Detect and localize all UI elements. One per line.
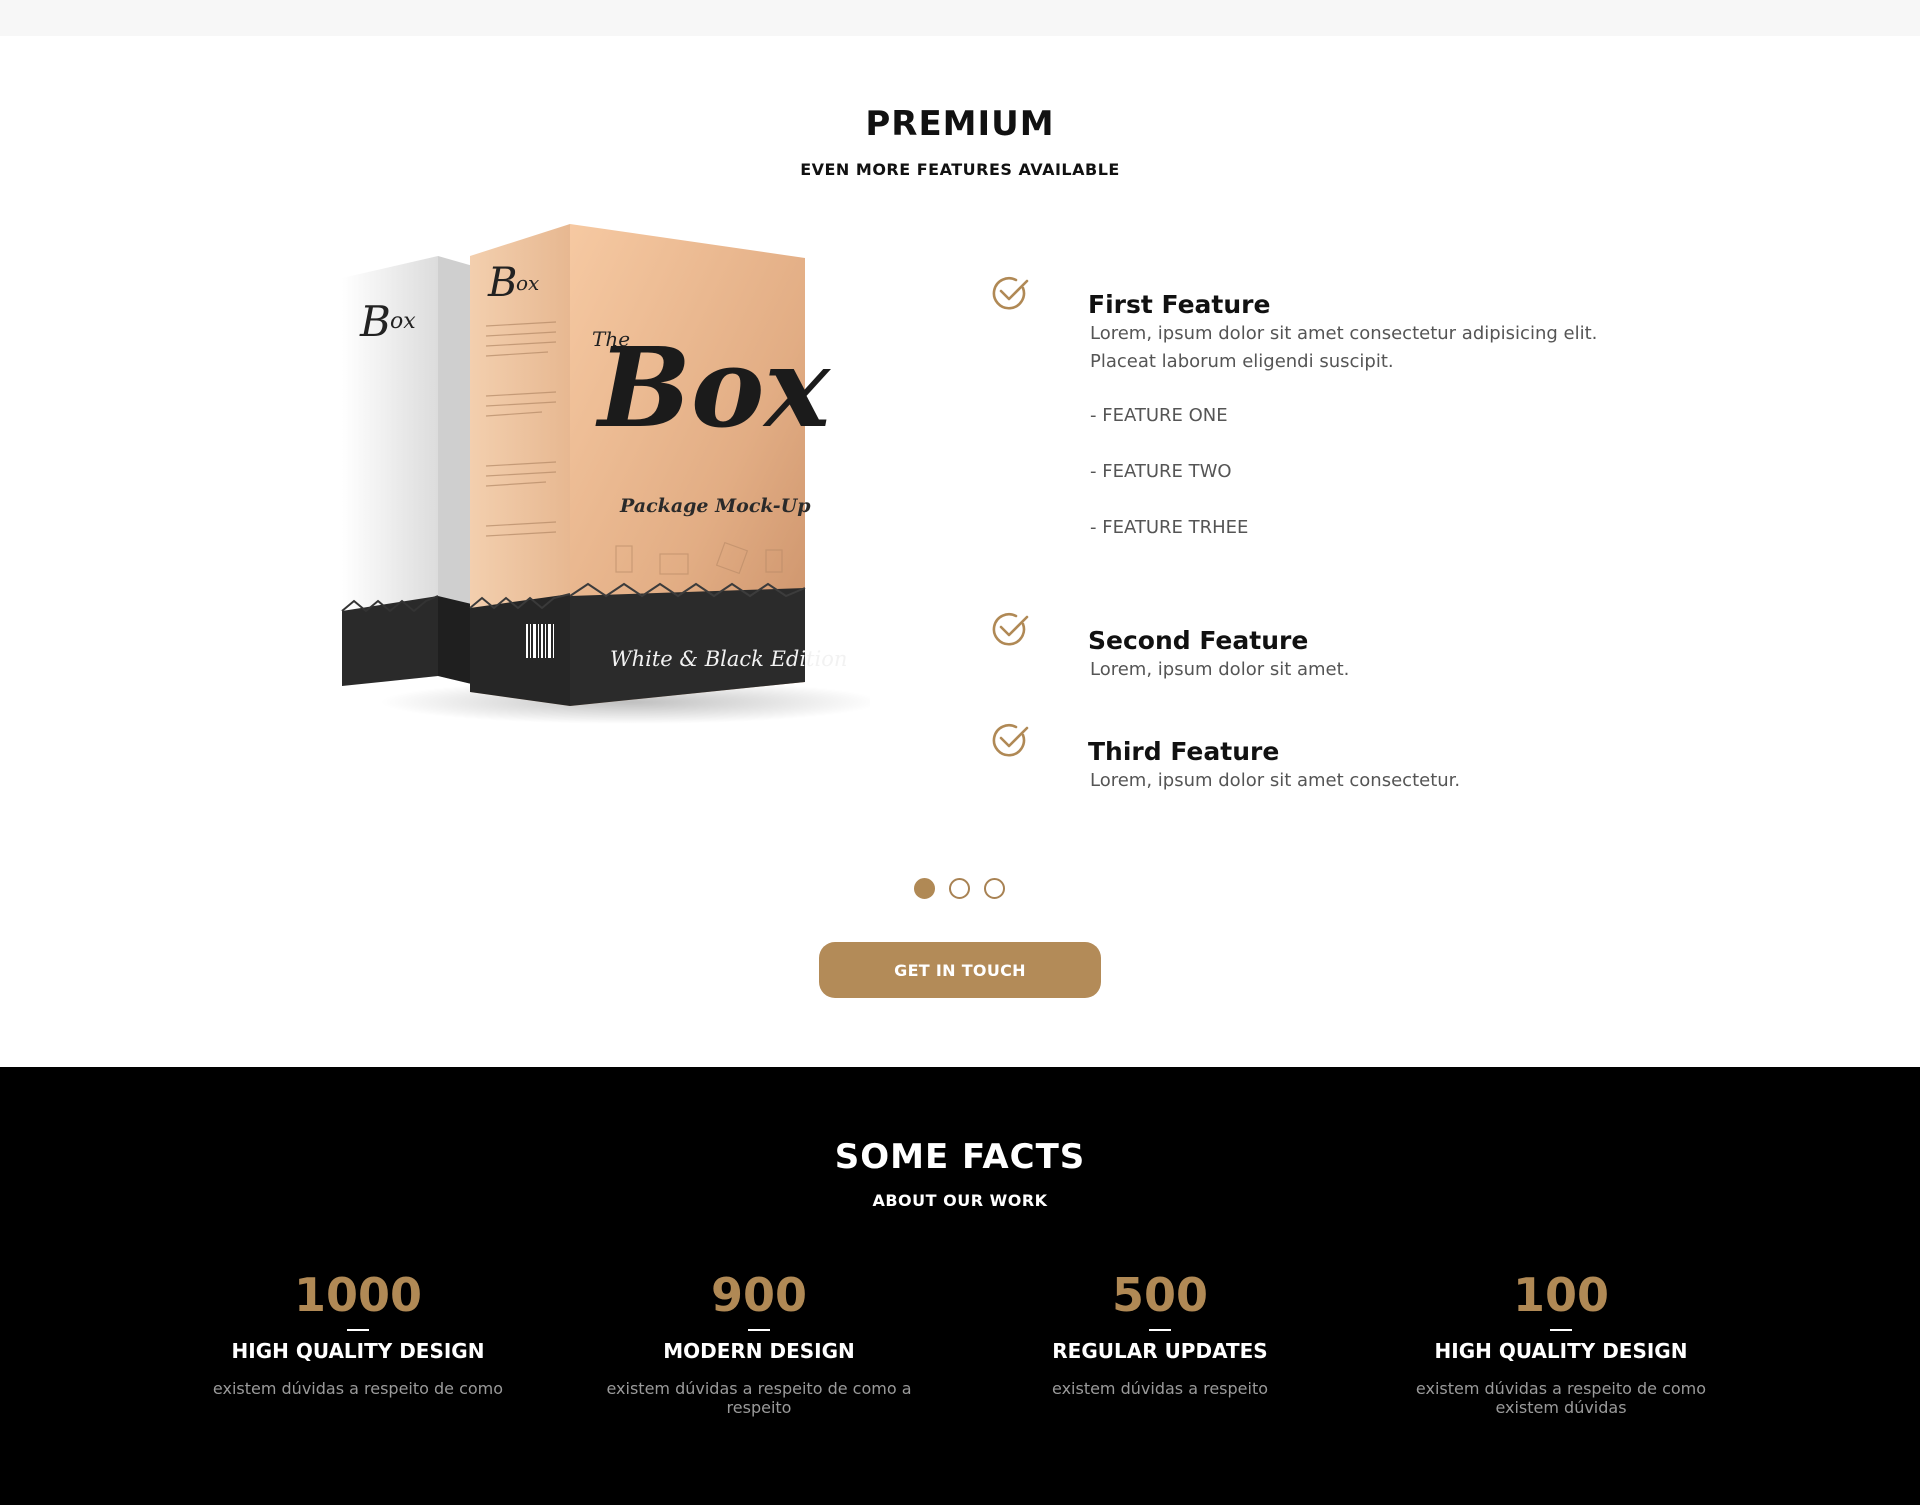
package-mockup-illustration: B ox B ox The Box Package Mock-Up White … bbox=[341, 224, 880, 724]
feature-item: First Feature Lorem, ipsum dolor sit ame… bbox=[980, 272, 1620, 592]
box-edition: White & Black Edition bbox=[610, 647, 847, 671]
get-in-touch-button[interactable]: GET IN TOUCH bbox=[819, 942, 1101, 998]
box-brand: Box bbox=[595, 323, 831, 452]
fact-divider bbox=[1149, 1329, 1171, 1331]
feature-subitem: - FEATURE TWO bbox=[1090, 461, 1232, 482]
feature-title: Second Feature bbox=[1088, 626, 1309, 655]
check-circle-icon bbox=[992, 612, 1029, 646]
carousel-dot-3[interactable] bbox=[984, 878, 1005, 899]
svg-text:B: B bbox=[487, 260, 517, 306]
fact-label: HIGH QUALITY DESIGN bbox=[231, 1339, 485, 1363]
premium-subtitle: EVEN MORE FEATURES AVAILABLE bbox=[800, 160, 1120, 179]
fact-description: existem dúvidas a respeito de como exist… bbox=[1415, 1379, 1707, 1417]
fact-divider bbox=[748, 1329, 770, 1331]
fact-description: existem dúvidas a respeito bbox=[1052, 1379, 1268, 1398]
box-line: Package Mock-Up bbox=[619, 495, 811, 517]
premium-section: PREMIUM EVEN MORE FEATURES AVAILABLE B o… bbox=[0, 36, 1920, 1067]
feature-subitem: - FEATURE ONE bbox=[1090, 405, 1228, 426]
fact-number: 100 bbox=[1512, 1268, 1610, 1322]
fact-item: 100 HIGH QUALITY DESIGN existem dúvidas … bbox=[1381, 1267, 1741, 1417]
facts-section: SOME FACTS ABOUT OUR WORK 1000 HIGH QUAL… bbox=[0, 1067, 1920, 1505]
carousel-dot-1[interactable] bbox=[914, 878, 935, 899]
feature-description: Lorem, ipsum dolor sit amet. bbox=[1090, 659, 1350, 680]
fact-label: HIGH QUALITY DESIGN bbox=[1434, 1339, 1688, 1363]
fact-description: existem dúvidas a respeito de como a res… bbox=[606, 1379, 912, 1417]
feature-title: Third Feature bbox=[1088, 737, 1280, 766]
check-circle-icon bbox=[992, 723, 1029, 757]
fact-label: REGULAR UPDATES bbox=[1052, 1339, 1268, 1363]
svg-text:B: B bbox=[359, 297, 391, 346]
svg-text:ox: ox bbox=[516, 271, 539, 295]
fact-divider bbox=[347, 1329, 369, 1331]
fact-label: MODERN DESIGN bbox=[663, 1339, 855, 1363]
product-image: B ox B ox The Box Package Mock-Up White … bbox=[330, 216, 880, 756]
carousel-dot-2[interactable] bbox=[949, 878, 970, 899]
feature-description: Lorem, ipsum dolor sit amet consectetur … bbox=[1090, 323, 1598, 372]
features-list: First Feature Lorem, ipsum dolor sit ame… bbox=[980, 272, 1620, 832]
top-strip bbox=[0, 0, 1920, 36]
svg-text:ox: ox bbox=[390, 309, 416, 334]
fact-item: 500 REGULAR UPDATES existem dúvidas a re… bbox=[980, 1267, 1340, 1398]
fact-number: 1000 bbox=[293, 1268, 423, 1322]
check-circle-icon bbox=[992, 276, 1029, 310]
fact-number: 500 bbox=[1111, 1268, 1209, 1322]
fact-description: existem dúvidas a respeito de como bbox=[212, 1379, 504, 1398]
fact-item: 1000 HIGH QUALITY DESIGN existem dúvidas… bbox=[178, 1267, 538, 1398]
feature-item: Second Feature Lorem, ipsum dolor sit am… bbox=[980, 608, 1620, 698]
fact-number: 900 bbox=[710, 1268, 808, 1322]
feature-description: Lorem, ipsum dolor sit amet consectetur. bbox=[1090, 770, 1461, 791]
premium-title: PREMIUM bbox=[865, 104, 1055, 144]
feature-sublist: - FEATURE ONE - FEATURE TWO - FEATURE TR… bbox=[1090, 402, 1610, 570]
fact-item: 900 MODERN DESIGN existem dúvidas a resp… bbox=[579, 1267, 939, 1417]
feature-item: Third Feature Lorem, ipsum dolor sit ame… bbox=[980, 719, 1620, 809]
carousel-dots bbox=[914, 878, 1014, 902]
feature-title: First Feature bbox=[1088, 290, 1271, 319]
facts-title: SOME FACTS bbox=[834, 1137, 1086, 1177]
feature-subitem: - FEATURE TRHEE bbox=[1090, 517, 1249, 538]
facts-subtitle: ABOUT OUR WORK bbox=[872, 1191, 1048, 1210]
fact-divider bbox=[1550, 1329, 1572, 1331]
